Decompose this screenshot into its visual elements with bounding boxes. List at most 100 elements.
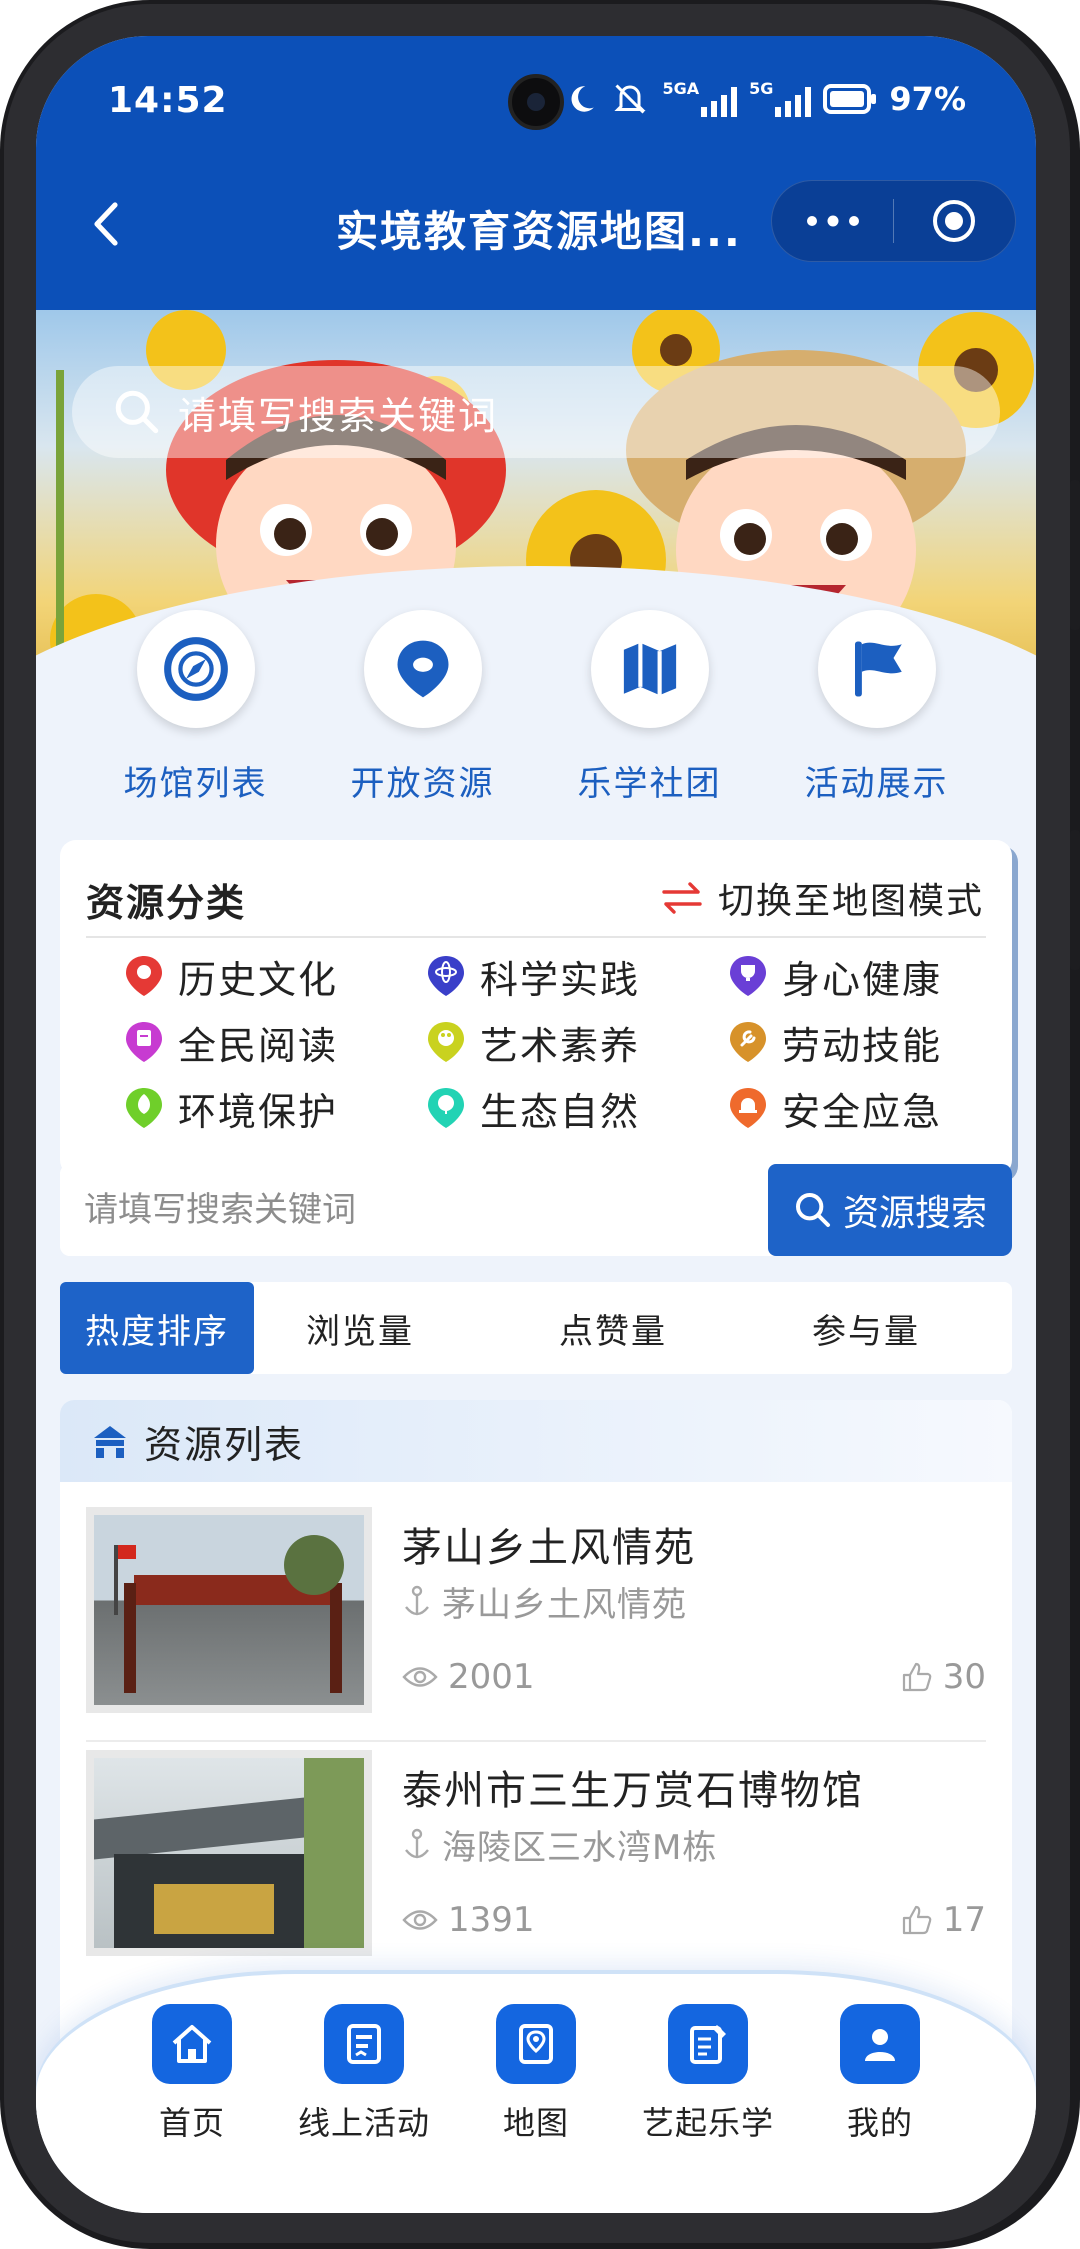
network-5ga: 5GA	[662, 81, 738, 117]
miniprogram-capsule	[771, 180, 1016, 262]
resource-list-title: 资源列表	[144, 1422, 305, 1467]
record-circle-icon	[933, 200, 976, 242]
tab-label: 首页	[158, 2104, 225, 2142]
quick-item-venue-list[interactable]: 场馆列表	[96, 610, 296, 810]
eye-icon	[402, 1667, 438, 1687]
screen: 14:52 5GA 5G 97% 实境教育资源地图... 请填写搜索关键词 场馆…	[36, 36, 1036, 2213]
anchor-pin-icon	[405, 1585, 429, 1615]
resource-search-input[interactable]	[60, 1164, 786, 1256]
quick-item-open-resources[interactable]: 开放资源	[323, 610, 523, 810]
page-title: 实境教育资源地图...	[336, 207, 742, 256]
list-item[interactable]: 泰州市三生万赏石博物馆 海陵区三水湾M栋 1391 17	[86, 1750, 986, 1956]
views-value: 1391	[448, 1900, 535, 1940]
thumbs-up-icon	[902, 1905, 932, 1935]
location-pin-icon	[397, 640, 448, 698]
tab-icon-box	[324, 2004, 404, 2084]
tab-sort-participants[interactable]: 参与量	[760, 1282, 972, 1374]
pin-leaf-icon	[124, 1086, 164, 1130]
category-label: 全民阅读	[178, 1023, 339, 1068]
category-label: 安全应急	[782, 1089, 943, 1134]
map-icon	[623, 642, 676, 696]
switch-label: 切换至地图模式	[717, 881, 984, 922]
resource-search-button[interactable]: 资源搜索	[768, 1164, 1012, 1256]
signal-icon	[775, 87, 812, 117]
like-count[interactable]: 30	[901, 1657, 986, 1697]
quick-label: 活动展示	[804, 764, 949, 804]
tab-sort-likes[interactable]: 点赞量	[466, 1282, 760, 1374]
more-button[interactable]	[772, 180, 893, 262]
status-bar: 14:52 5GA 5G 97%	[36, 36, 1036, 156]
switch-arrows-icon	[662, 882, 702, 914]
views-value: 2001	[448, 1657, 535, 1697]
category-item-labor[interactable]: 劳动技能	[728, 1018, 988, 1068]
quick-item-activity-showcase[interactable]: 活动展示	[777, 610, 977, 810]
tab-art-learning[interactable]: 艺起乐学	[622, 2004, 794, 2144]
category-item-health[interactable]: 身心健康	[728, 952, 988, 1002]
tab-mine[interactable]: 我的	[794, 2004, 966, 2144]
category-item-safety[interactable]: 安全应急	[728, 1084, 988, 1134]
quick-label: 乐学社团	[577, 764, 722, 804]
back-button[interactable]	[76, 194, 136, 254]
quick-label: 场馆列表	[123, 764, 268, 804]
category-item-environment[interactable]: 环境保护	[124, 1084, 426, 1134]
resource-location: 海陵区三水湾M栋	[402, 1820, 717, 1869]
volume-button	[1070, 480, 1080, 630]
more-dots-icon	[806, 215, 859, 227]
edit-note-icon	[690, 2025, 726, 2064]
tab-label: 线上活动	[297, 2104, 430, 2142]
moon-icon	[572, 86, 595, 112]
category-label: 身心健康	[782, 957, 943, 1002]
tab-map[interactable]: 地图	[450, 2004, 622, 2144]
power-button	[1070, 830, 1080, 970]
view-count: 2001	[402, 1657, 535, 1697]
phone-frame: 14:52 5GA 5G 97% 实境教育资源地图... 请填写搜索关键词 场馆…	[0, 0, 1080, 2249]
tab-home[interactable]: 首页	[106, 2004, 278, 2144]
tab-icon-box	[496, 2004, 576, 2084]
compass-icon	[163, 637, 228, 701]
network-5g: 5G	[749, 81, 812, 117]
signal-icon	[701, 87, 738, 117]
tab-icon-box	[668, 2004, 748, 2084]
resource-category-card: 资源分类 切换至地图模式 历史文化 科学实践 身心健康 全民阅读 艺术素养 劳动…	[60, 840, 1012, 1176]
tab-sort-popularity[interactable]: 热度排序	[60, 1282, 254, 1374]
tab-bar-items: 首页 线上活动 地图 艺起乐学 我的	[106, 2004, 966, 2144]
tab-label: 艺起乐学	[641, 2104, 774, 2142]
resource-list-header: 资源列表	[60, 1400, 1012, 1482]
pin-trophy-icon	[728, 954, 768, 998]
resource-title: 茅山乡土风情苑	[402, 1525, 696, 1571]
divider	[86, 936, 986, 938]
flag-icon	[854, 641, 902, 697]
resource-thumbnail	[86, 1750, 372, 1956]
category-item-history[interactable]: 历史文化	[124, 952, 426, 1002]
status-time: 14:52	[108, 80, 228, 121]
search-icon	[795, 1193, 830, 1227]
like-count[interactable]: 17	[901, 1900, 986, 1940]
category-grid: 历史文化 科学实践 身心健康 全民阅读 艺术素养 劳动技能 环境保护 生态自然 …	[124, 952, 984, 1134]
quick-item-learning-clubs[interactable]: 乐学社团	[550, 610, 750, 810]
tab-sort-views[interactable]: 浏览量	[254, 1282, 466, 1374]
list-item[interactable]: 茅山乡土风情苑 茅山乡土风情苑 2001 30	[86, 1507, 986, 1713]
category-title: 资源分类	[86, 881, 247, 925]
category-item-reading[interactable]: 全民阅读	[124, 1018, 426, 1068]
resource-title: 泰州市三生万赏石博物馆	[402, 1768, 864, 1814]
sort-tabs: 热度排序 浏览量 点赞量 参与量	[60, 1282, 1012, 1374]
banner-search-bar[interactable]: 请填写搜索关键词	[72, 366, 1000, 458]
tab-online-activities[interactable]: 线上活动	[278, 2004, 450, 2144]
map-pin-icon	[519, 2024, 553, 2064]
quick-label: 开放资源	[350, 764, 495, 804]
category-item-ecology[interactable]: 生态自然	[426, 1084, 728, 1134]
status-icons: 5GA 5G 97%	[564, 80, 966, 118]
close-miniprogram-button[interactable]	[894, 180, 1015, 262]
category-item-art[interactable]: 艺术素养	[426, 1018, 728, 1068]
quick-icon-circle	[817, 610, 936, 728]
anchor-pin-icon	[405, 1828, 429, 1858]
category-label: 劳动技能	[782, 1023, 943, 1068]
tab-label: 我的	[846, 2104, 913, 2142]
category-label: 艺术素养	[480, 1023, 641, 1068]
pin-atom-icon	[426, 954, 466, 998]
tab-icon-box	[152, 2004, 232, 2084]
switch-map-mode-button[interactable]: 切换至地图模式	[660, 872, 984, 924]
divider	[86, 1740, 986, 1742]
category-item-science[interactable]: 科学实践	[426, 952, 728, 1002]
quick-icon-circle	[590, 610, 709, 728]
